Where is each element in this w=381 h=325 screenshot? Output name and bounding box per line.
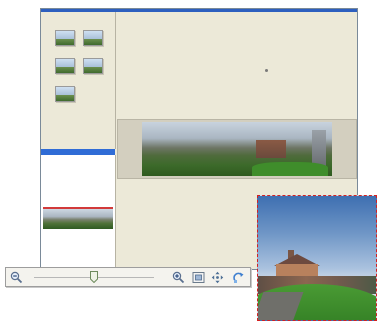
zoom-out-icon[interactable]: [10, 271, 23, 284]
thumbnail-4[interactable]: [83, 58, 103, 74]
panorama-grass: [252, 162, 329, 176]
panorama-buildings: [256, 140, 287, 158]
panorama-image[interactable]: [142, 122, 332, 176]
panorama-tower: [312, 130, 326, 166]
detail-loupe-view[interactable]: [257, 195, 377, 321]
zoom-toolbar: [5, 267, 251, 287]
pan-icon[interactable]: [211, 271, 224, 284]
thumbnail-2[interactable]: [83, 30, 103, 46]
thumbnail-3[interactable]: [55, 58, 75, 74]
rotate-icon[interactable]: [232, 271, 245, 284]
thumbnail-1[interactable]: [55, 30, 75, 46]
mouse-cursor: [265, 69, 268, 72]
filmstrip-pane: [41, 155, 116, 271]
zoom-slider-thumb[interactable]: [90, 271, 98, 284]
selected-panorama-thumbnail[interactable]: [43, 207, 113, 229]
panorama-preview-frame: [117, 119, 357, 179]
thumbnail-pane: [41, 12, 116, 149]
thumbnail-5[interactable]: [55, 86, 75, 102]
zoom-in-icon[interactable]: [172, 271, 185, 284]
fit-to-window-icon[interactable]: [192, 271, 205, 284]
